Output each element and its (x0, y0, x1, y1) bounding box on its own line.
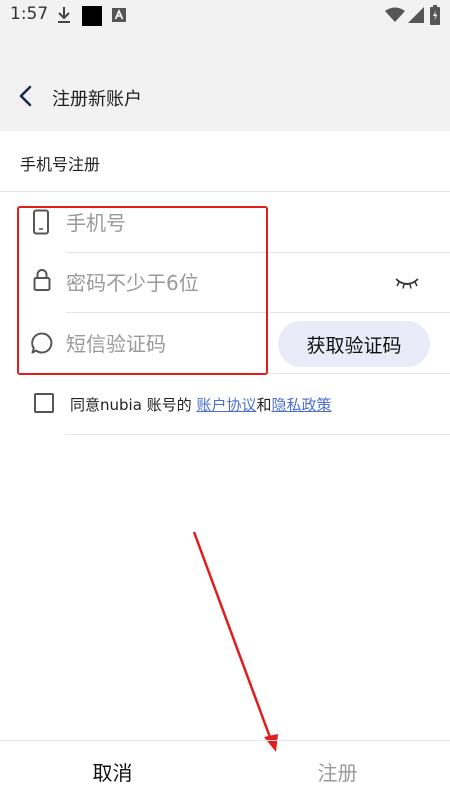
agreement-divider (66, 434, 450, 435)
section-title: 手机号注册 (20, 155, 101, 174)
register-button[interactable]: 注册 (225, 741, 450, 801)
bottom-action-bar: 取消 注册 (0, 740, 450, 801)
section-divider (0, 191, 450, 192)
agreement-conjunction: 和 (256, 396, 272, 414)
account-agreement-link[interactable]: 账户协议 (196, 396, 256, 414)
eye-closed-icon[interactable] (393, 272, 421, 292)
phone-divider (66, 252, 450, 253)
black-square-icon (82, 6, 102, 26)
code-divider (66, 373, 450, 374)
page-title: 注册新账户 (52, 89, 142, 110)
password-input[interactable] (66, 268, 256, 298)
phone-input[interactable] (66, 208, 256, 238)
cancel-button[interactable]: 取消 (0, 741, 225, 801)
lock-icon (33, 269, 51, 291)
status-bar: 1:57 (0, 0, 450, 32)
wifi-icon (385, 7, 405, 22)
privacy-policy-link[interactable]: 隐私政策 (271, 396, 331, 414)
password-divider (66, 312, 450, 313)
phone-icon (33, 209, 49, 235)
signal-icon (408, 7, 424, 23)
a-badge-icon (112, 8, 126, 22)
sms-code-input[interactable] (66, 329, 256, 359)
get-code-button[interactable]: 获取验证码 (278, 321, 430, 367)
status-time: 1:57 (10, 4, 49, 24)
chevron-left-icon[interactable] (14, 84, 38, 108)
app-header: 注册新账户 (0, 32, 450, 131)
agreement-text: 同意nubia 账号的 账户协议和隐私政策 (70, 394, 331, 415)
agreement-prefix: 同意nubia 账号的 (70, 396, 197, 414)
battery-icon (430, 5, 440, 25)
download-icon (58, 7, 70, 23)
agree-checkbox[interactable] (34, 393, 54, 413)
chat-bubble-icon (31, 332, 53, 354)
